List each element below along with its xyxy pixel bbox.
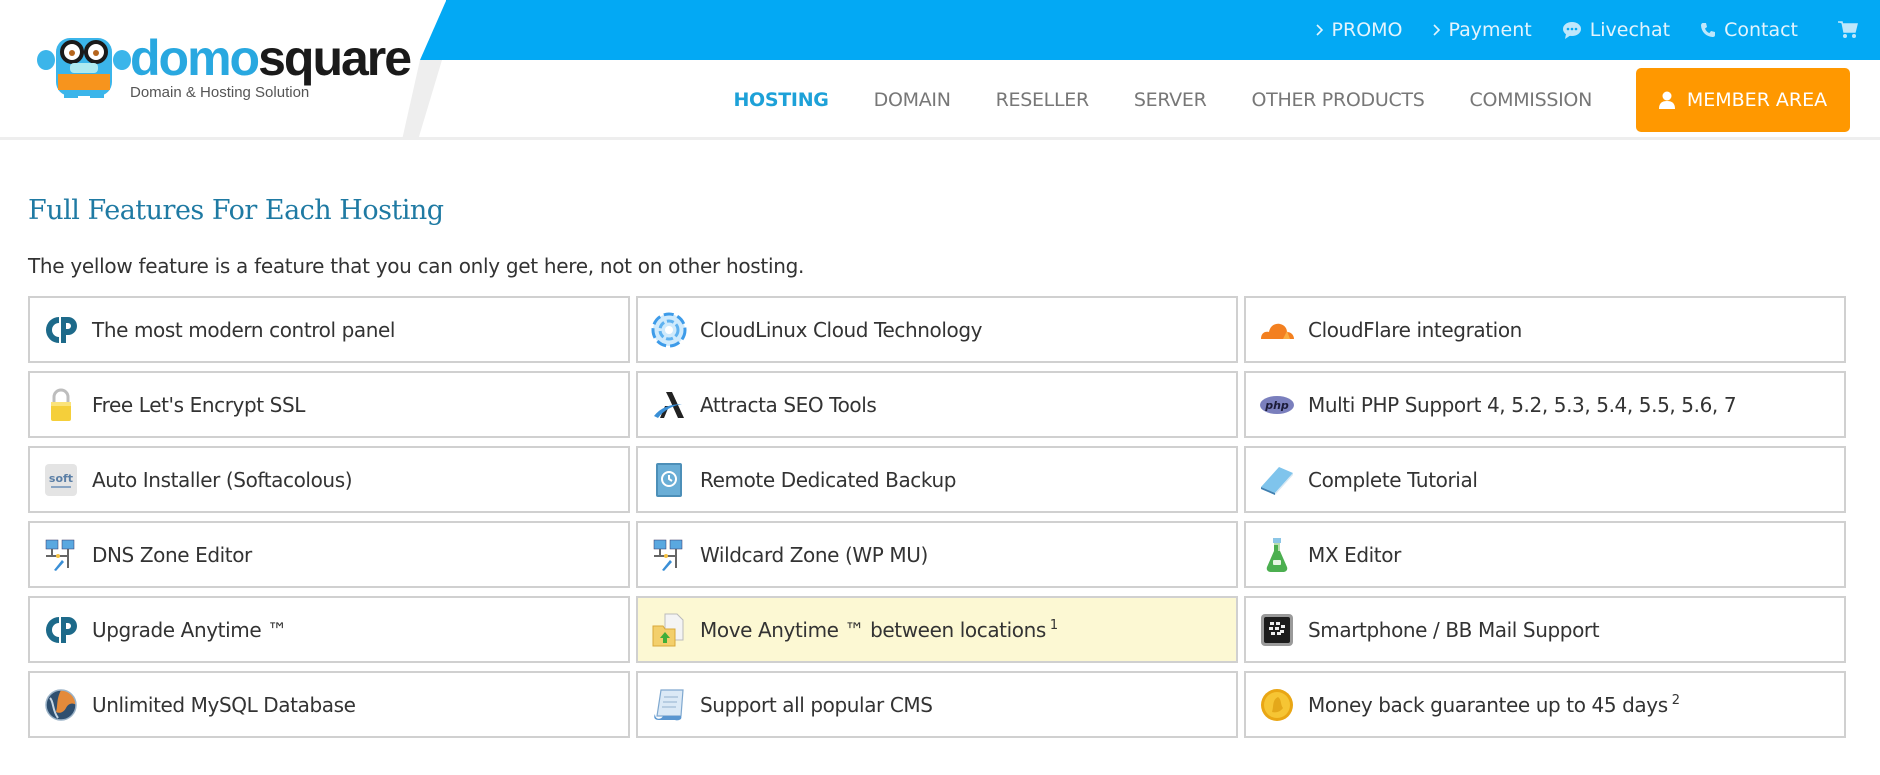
feature-item-highlighted: Move Anytime ™ between locations 1: [636, 596, 1238, 663]
feature-item: Free Let's Encrypt SSL: [28, 371, 630, 438]
backup-icon: [650, 461, 688, 499]
nav-server[interactable]: SERVER: [1134, 89, 1207, 111]
feature-label: Attracta SEO Tools: [700, 392, 877, 417]
feature-item: Unlimited MySQL Database: [28, 671, 630, 738]
feature-label: Remote Dedicated Backup: [700, 467, 957, 492]
site-logo[interactable]: domosquare Domain & Hosting Solution: [34, 28, 412, 108]
chevron-right-icon: [1315, 24, 1324, 36]
feature-item: Complete Tutorial: [1244, 446, 1846, 513]
logo-word-part2: square: [258, 30, 412, 86]
main-nav: HOSTING DOMAIN RESELLER SERVER OTHER PRO…: [688, 68, 1880, 132]
feature-label: The most modern control panel: [92, 317, 396, 342]
toplink-livechat[interactable]: Livechat: [1562, 19, 1670, 41]
cloudflare-icon: [1258, 311, 1296, 349]
feature-item: soft Auto Installer (Softacolous): [28, 446, 630, 513]
feature-item: php Multi PHP Support 4, 5.2, 5.3, 5.4, …: [1244, 371, 1846, 438]
cloudlinux-icon: [650, 311, 688, 349]
gold-coin-icon: [1258, 686, 1296, 724]
page-subtitle: The yellow feature is a feature that you…: [28, 254, 805, 278]
flask-icon: [1258, 536, 1296, 574]
site-header: domosquare Domain & Hosting Solution PRO…: [0, 0, 1880, 140]
nav-other-products[interactable]: OTHER PRODUCTS: [1252, 89, 1425, 111]
feature-label: Move Anytime ™ between locations 1: [700, 618, 1058, 642]
feature-label: Free Let's Encrypt SSL: [92, 392, 306, 417]
nav-commission[interactable]: COMMISSION: [1469, 89, 1592, 111]
feature-label: Unlimited MySQL Database: [92, 692, 356, 717]
member-area-button[interactable]: MEMBER AREA: [1636, 68, 1850, 132]
feature-item: CloudFlare integration: [1244, 296, 1846, 363]
page-title: Full Features For Each Hosting: [28, 195, 444, 226]
feature-label: CloudLinux Cloud Technology: [700, 317, 983, 342]
chat-bubble-icon: [1562, 21, 1582, 39]
move-folder-icon: [650, 611, 688, 649]
feature-label: Wildcard Zone (WP MU): [700, 542, 928, 567]
main-content: Full Features For Each Hosting The yello…: [28, 140, 1846, 738]
mascot-icon: [37, 38, 131, 98]
toplink-payment[interactable]: Payment: [1432, 19, 1532, 41]
toplink-label: Payment: [1448, 19, 1532, 41]
feature-item: MX Editor: [1244, 521, 1846, 588]
feature-item: The most modern control panel: [28, 296, 630, 363]
blackberry-icon: [1258, 611, 1296, 649]
feature-label: Complete Tutorial: [1308, 467, 1478, 492]
feature-item: CloudLinux Cloud Technology: [636, 296, 1238, 363]
chevron-right-icon: [1432, 24, 1441, 36]
feature-label: Multi PHP Support 4, 5.2, 5.3, 5.4, 5.5,…: [1308, 392, 1737, 417]
user-icon: [1658, 91, 1675, 109]
feature-label: Upgrade Anytime ™: [92, 617, 287, 642]
feature-label-text: Money back guarantee up to 45 days: [1308, 692, 1668, 717]
phone-icon: [1700, 22, 1716, 38]
feature-item: Upgrade Anytime ™: [28, 596, 630, 663]
feature-item: Remote Dedicated Backup: [636, 446, 1238, 513]
nav-reseller[interactable]: RESELLER: [996, 89, 1090, 111]
footnote-marker: 2: [1671, 692, 1680, 708]
footnote-marker: 1: [1049, 617, 1058, 633]
cpanel-icon: [42, 611, 80, 649]
cart-icon: [1838, 21, 1858, 39]
attracta-icon: [650, 386, 688, 424]
book-icon: [1258, 461, 1296, 499]
feature-label: Smartphone / BB Mail Support: [1308, 617, 1600, 642]
feature-item: Smartphone / BB Mail Support: [1244, 596, 1846, 663]
nav-hosting[interactable]: HOSTING: [733, 89, 828, 111]
feature-item: Wildcard Zone (WP MU): [636, 521, 1238, 588]
network-icon: [42, 536, 80, 574]
feature-label-text: Move Anytime ™ between locations: [700, 617, 1046, 642]
member-area-label: MEMBER AREA: [1686, 89, 1828, 111]
feature-item: DNS Zone Editor: [28, 521, 630, 588]
toplink-contact[interactable]: Contact: [1700, 19, 1798, 41]
feature-item: Money back guarantee up to 45 days 2: [1244, 671, 1846, 738]
feature-label: Auto Installer (Softacolous): [92, 467, 353, 492]
feature-item: Attracta SEO Tools: [636, 371, 1238, 438]
svg-text:soft: soft: [49, 472, 73, 485]
toplink-promo[interactable]: PROMO: [1315, 19, 1403, 41]
feature-item: Support all popular CMS: [636, 671, 1238, 738]
svg-text:php: php: [1264, 399, 1289, 412]
scroll-icon: [650, 686, 688, 724]
cart-button[interactable]: [1838, 21, 1866, 39]
network-icon: [650, 536, 688, 574]
padlock-icon: [42, 386, 80, 424]
softaculous-icon: soft: [42, 461, 80, 499]
feature-label: CloudFlare integration: [1308, 317, 1522, 342]
logo-wordmark: domosquare: [130, 28, 412, 88]
nav-domain[interactable]: DOMAIN: [874, 89, 951, 111]
feature-label: MX Editor: [1308, 542, 1401, 567]
cpanel-icon: [42, 311, 80, 349]
features-grid: The most modern control panel CloudLinux…: [28, 296, 1846, 738]
toplink-label: Livechat: [1589, 19, 1671, 41]
php-icon: php: [1258, 386, 1296, 424]
toplink-label: PROMO: [1331, 19, 1403, 41]
logo-word-part1: domo: [130, 30, 260, 86]
feature-label: DNS Zone Editor: [92, 542, 252, 567]
feature-label: Support all popular CMS: [700, 692, 933, 717]
toplink-label: Contact: [1724, 19, 1798, 41]
feature-label: Money back guarantee up to 45 days 2: [1308, 693, 1680, 717]
top-links: PROMO Payment Livechat Contact: [1286, 0, 1880, 60]
mysql-icon: [42, 686, 80, 724]
logo-tagline: Domain & Hosting Solution: [130, 84, 310, 101]
